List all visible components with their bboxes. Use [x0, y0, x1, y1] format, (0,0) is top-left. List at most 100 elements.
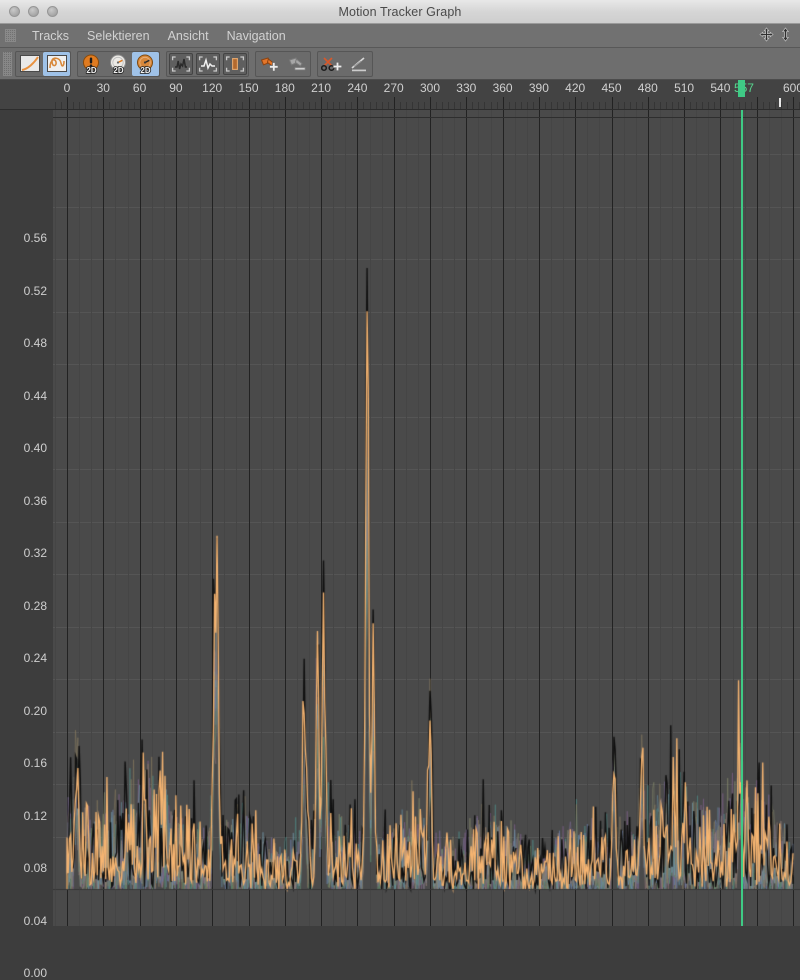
frame-region-button[interactable] [221, 52, 248, 76]
frame-all-curves-button[interactable] [167, 52, 194, 76]
ruler-tick [218, 102, 220, 109]
ruler-tick [248, 97, 250, 109]
ruler-tick [230, 102, 232, 109]
ruler-tick [290, 102, 292, 109]
track-view-button[interactable] [43, 51, 70, 76]
ruler-tick [508, 102, 510, 109]
ruler-tick [157, 102, 159, 109]
window-title: Motion Tracker Graph [338, 4, 462, 19]
frame-region-icon [222, 52, 247, 75]
ruler-label-480: 480 [637, 81, 658, 95]
ruler-tick [321, 97, 323, 109]
ruler-tick [460, 102, 462, 109]
curve-view-button[interactable] [16, 52, 43, 76]
cut-track-add-button[interactable] [318, 52, 345, 76]
ruler-tick [278, 102, 280, 109]
plot-canvas-region[interactable] [53, 110, 800, 926]
ruler-tick [768, 102, 770, 109]
menu-item-selektieren[interactable]: Selektieren [78, 27, 159, 45]
ruler-tick [67, 97, 68, 109]
ruler-tick [224, 102, 226, 109]
ruler-tick [436, 102, 438, 109]
frame-curve-icon [168, 52, 193, 75]
toolbar-drag-grip[interactable] [3, 51, 12, 76]
y-axis-label: 0.32 [23, 546, 47, 560]
ruler-label-360: 360 [492, 81, 513, 95]
move-4way-icon[interactable] [759, 27, 774, 42]
menu-item-navigation[interactable]: Navigation [218, 27, 295, 45]
ruler-tick [702, 102, 704, 109]
close-button[interactable] [9, 6, 20, 17]
menu-item-tracks[interactable]: Tracks [23, 27, 78, 45]
remove-key-button[interactable] [283, 52, 310, 76]
menu-item-ansicht[interactable]: Ansicht [159, 27, 218, 45]
ruler-tick [502, 97, 504, 109]
ruler-tick [593, 102, 595, 109]
ruler-label-330: 330 [456, 81, 477, 95]
ruler-label-90: 90 [169, 81, 183, 95]
zoom-button[interactable] [47, 6, 58, 17]
ruler-tick [272, 102, 274, 109]
ruler-tick [399, 102, 401, 109]
resize-vertical-icon[interactable] [778, 27, 793, 42]
traffic-lights [9, 6, 58, 17]
svg-text:2D: 2D [113, 66, 123, 74]
frame-tools-group [166, 50, 249, 77]
view-mode-group [15, 50, 71, 77]
ruler-label-420: 420 [565, 81, 586, 95]
svg-text:2D: 2D [140, 66, 150, 74]
slope-grey-icon [348, 54, 370, 74]
ruler-tick [54, 102, 56, 109]
motion-tracker-graph-window: Motion Tracker Graph Tracks Selektieren … [0, 0, 800, 980]
menu-drag-grip[interactable] [5, 29, 16, 42]
ruler-tick [163, 102, 165, 109]
minimize-button[interactable] [28, 6, 39, 17]
ruler-tick [357, 97, 359, 109]
playhead-handle[interactable] [737, 80, 745, 97]
y-axis-label: 0.00 [23, 966, 47, 980]
graph-area: 0.00 0.04 0.08 0.12 0.16 0.20 0.24 0.28 0.32 0.36… [0, 110, 800, 980]
ruler-label-180: 180 [274, 81, 295, 95]
tracker-2d-accel-button[interactable]: 2D [132, 51, 159, 76]
ruler-tick [617, 102, 619, 109]
ruler-tick [363, 102, 365, 109]
ruler-tick [629, 102, 631, 109]
ruler-tick [538, 97, 540, 109]
ruler-tick [405, 102, 407, 109]
ruler-tick [690, 102, 692, 109]
timeline-ruler[interactable]: 0 30 60 90 120 150 180 210 240 270 300 330 360 390 420… [0, 80, 800, 110]
ruler-tick [79, 102, 81, 109]
y-axis: 0.00 0.04 0.08 0.12 0.16 0.20 0.24 0.28 0.32 0.36… [0, 110, 53, 980]
ruler-tick [302, 102, 304, 109]
playhead-line[interactable] [740, 110, 743, 926]
frame-selected-curve-button[interactable] [194, 52, 221, 76]
key-tools-group-a [255, 50, 311, 77]
ruler-tick [672, 102, 673, 109]
ruler-tick [175, 97, 177, 109]
ruler-tick [91, 102, 93, 109]
slope-tool-button[interactable] [345, 52, 372, 76]
title-bar: Motion Tracker Graph [0, 0, 800, 24]
y-axis-label: 0.24 [23, 651, 47, 665]
ruler-tick [133, 102, 135, 109]
ruler-tick [526, 102, 528, 109]
tracker-2d-error-button[interactable]: 2D [78, 52, 105, 76]
ruler-tick [780, 102, 782, 109]
tracker-curves[interactable] [53, 110, 800, 926]
ruler-tick [605, 102, 607, 109]
ruler-tick [635, 102, 637, 109]
ruler-tick [587, 102, 589, 109]
clamp-plus-orange-icon [259, 54, 281, 74]
tracker-2d-speed-button[interactable]: 2D [105, 52, 132, 76]
y-axis-label: 0.08 [23, 861, 47, 875]
ruler-label-600: 600 [782, 81, 800, 95]
ruler-tick [351, 102, 353, 109]
add-key-button[interactable] [256, 52, 283, 76]
ruler-label-150: 150 [238, 81, 259, 95]
ruler-tick [345, 102, 347, 109]
y-axis-label: 0.44 [23, 388, 47, 403]
ruler-tick [115, 102, 117, 109]
ruler-label-510: 510 [674, 81, 695, 95]
ruler-label-120: 120 [202, 81, 223, 95]
ruler-tick [430, 97, 431, 109]
